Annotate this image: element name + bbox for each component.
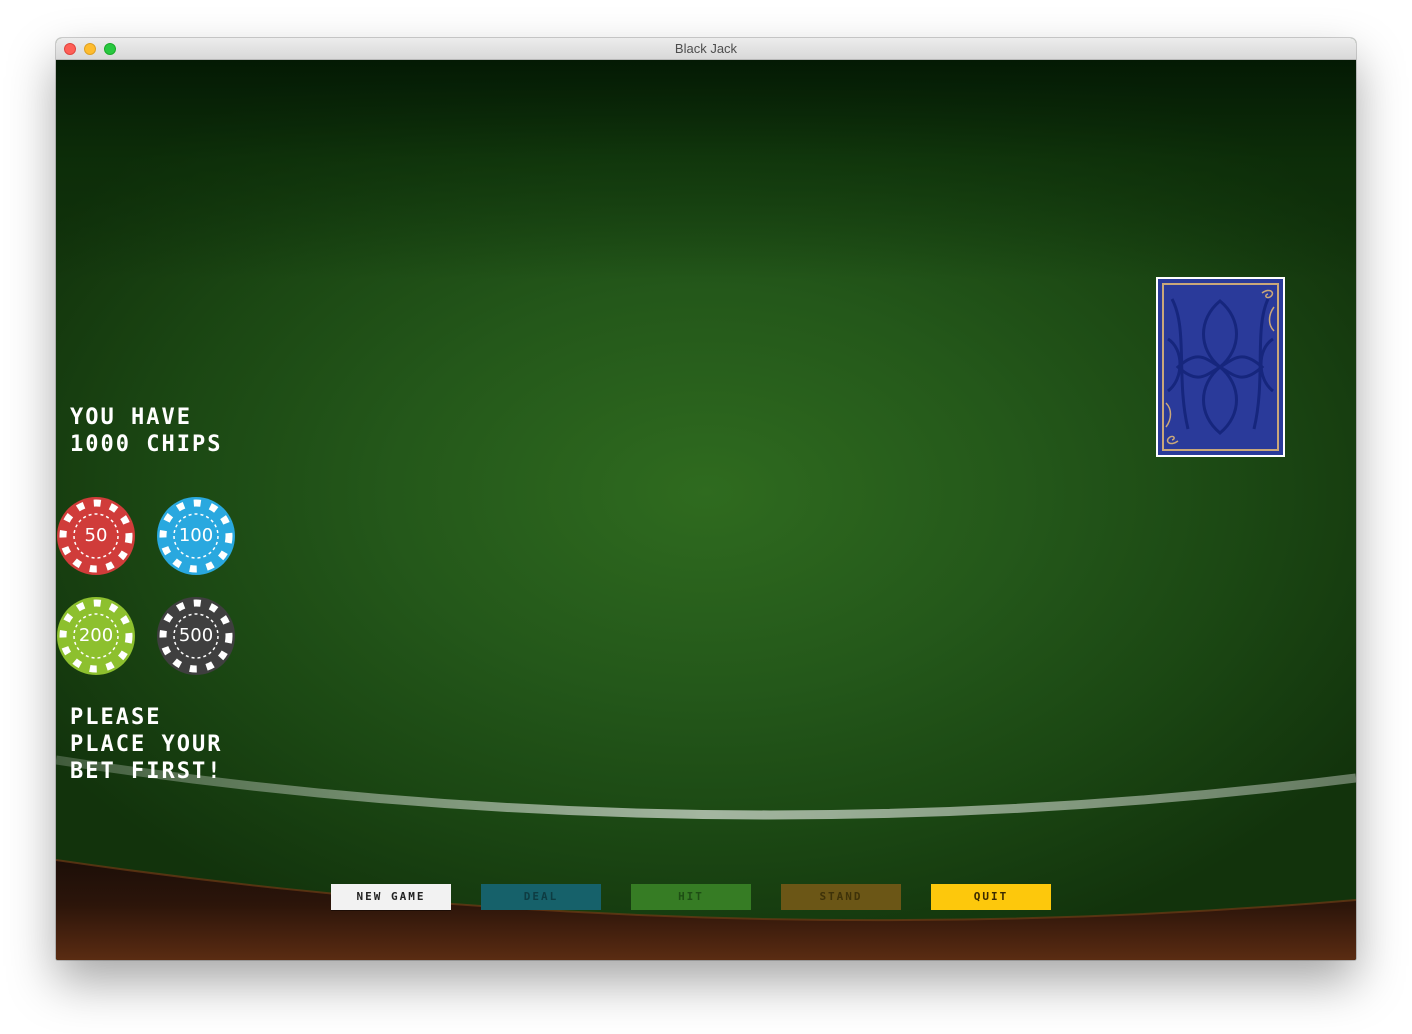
title-bar: Black Jack [56, 38, 1356, 60]
chip-200[interactable]: 200 [56, 596, 136, 676]
chip-value: 100 [178, 525, 214, 546]
chip-100[interactable]: 100 [156, 496, 236, 576]
dealer-card-back [1156, 277, 1285, 457]
hit-button[interactable]: Hit [631, 884, 751, 910]
table-wood-rail [56, 860, 1356, 960]
chip-value: 500 [178, 625, 214, 646]
card-back-pattern-icon [1158, 279, 1283, 455]
new-game-button[interactable]: New Game [331, 884, 451, 910]
chip-value: 50 [84, 525, 108, 546]
bet-prompt-text: Please place your bet first! [70, 705, 223, 784]
chip-balance-text: You have 1000 chips [70, 405, 223, 457]
blackjack-table: You have 1000 chips 50 100 200 [56, 60, 1356, 960]
window-title: Black Jack [674, 41, 738, 56]
table-felt-decoration [56, 755, 1356, 960]
chip-50[interactable]: 50 [56, 496, 136, 576]
chip-500[interactable]: 500 [156, 596, 236, 676]
stand-button[interactable]: Stand [781, 884, 901, 910]
quit-button[interactable]: Quit [931, 884, 1051, 910]
deal-button[interactable]: Deal [481, 884, 601, 910]
chip-value: 200 [78, 625, 114, 646]
game-window: Black Jack You have 1000 chips [56, 38, 1356, 960]
